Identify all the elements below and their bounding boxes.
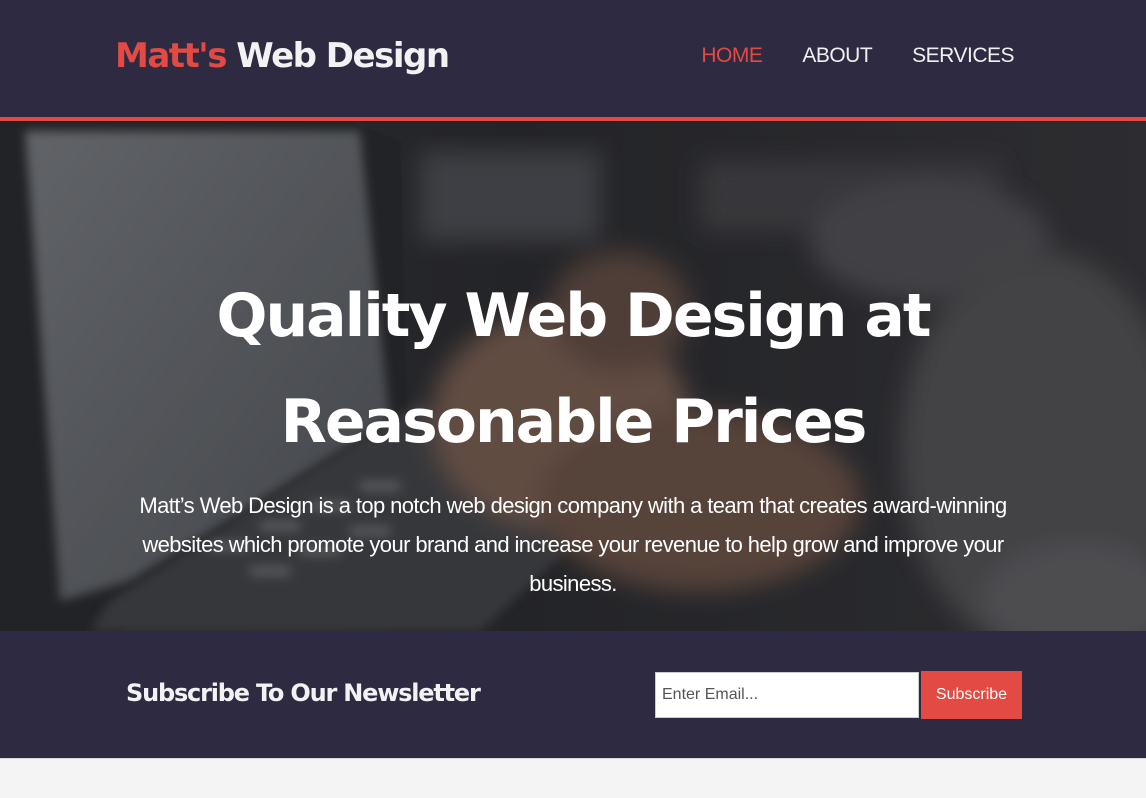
hero-title: Quality Web Design at Reasonable Prices [216,281,931,457]
brand-name-part2: Web Design [236,36,450,76]
main-nav: HOME ABOUT SERVICES [701,44,1014,68]
nav-services-link[interactable]: SERVICES [912,44,1014,68]
subscribe-button[interactable]: Subscribe [921,671,1022,719]
newsletter-section: Subscribe To Our Newsletter Subscribe [0,631,1146,758]
nav-home-link[interactable]: HOME [701,44,763,68]
brand-name-part1: Matt's [115,36,227,76]
content-area-start [0,758,1146,798]
hero-description: Matt’s Web Design is a top notch web des… [139,493,1007,596]
brand-logo[interactable]: Matt's Web Design [115,36,450,76]
site-header: Matt's Web Design HOME ABOUT SERVICES [0,0,1146,117]
newsletter-title: Subscribe To Our Newsletter [126,679,481,707]
hero-section: Quality Web Design at Reasonable Prices … [0,121,1146,631]
nav-about-link[interactable]: ABOUT [802,44,872,68]
email-input[interactable] [655,672,919,718]
